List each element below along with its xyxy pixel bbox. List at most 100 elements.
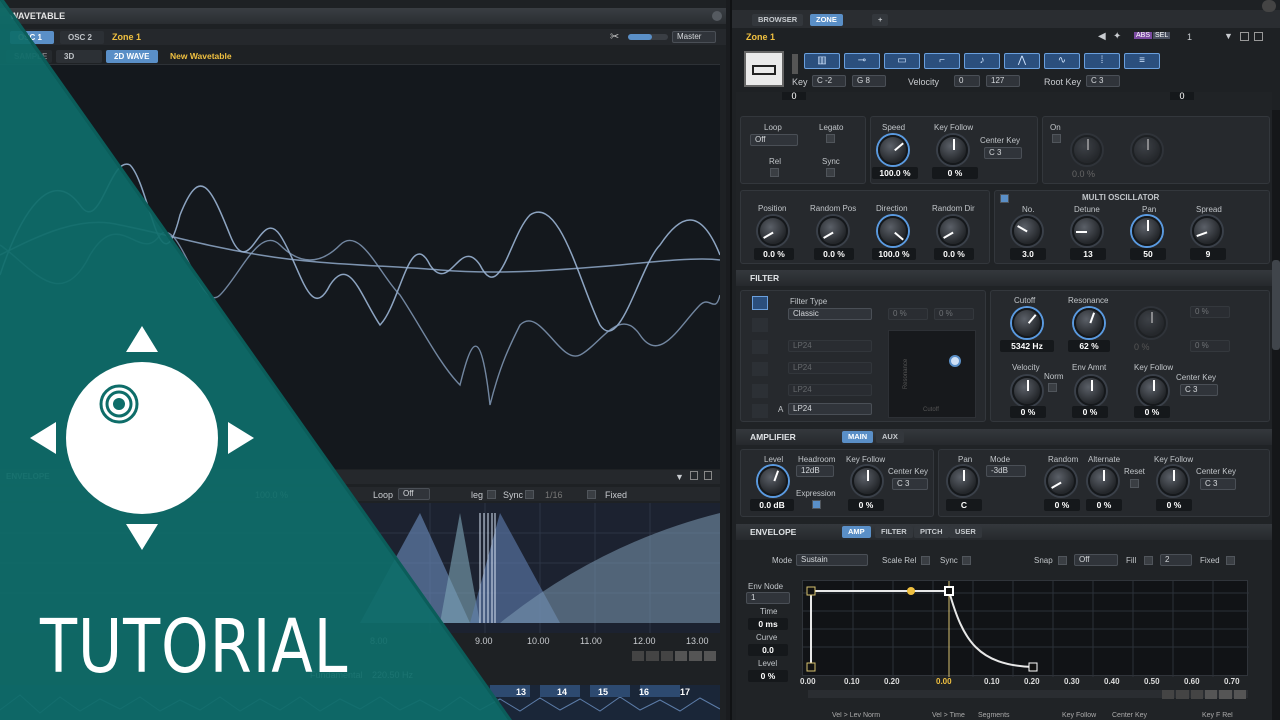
tab-zone[interactable]: ZONE xyxy=(810,14,843,26)
filter-mode-multi-icon[interactable] xyxy=(752,384,768,398)
sel-badge[interactable]: SEL xyxy=(1153,32,1171,39)
env-tab-filter[interactable]: FILTER xyxy=(875,526,913,538)
scale-rel-check[interactable] xyxy=(921,556,930,565)
zone-type-icon[interactable] xyxy=(744,51,784,87)
amp-random-knob[interactable] xyxy=(1046,466,1076,496)
random-dir-knob[interactable] xyxy=(938,216,968,246)
random-pos-knob[interactable] xyxy=(818,216,848,246)
pitch-center-key-field[interactable]: C 3 xyxy=(984,147,1022,159)
pitch-dim-knob-1[interactable] xyxy=(1072,135,1102,165)
filter-key-follow-knob[interactable] xyxy=(1138,376,1168,406)
amp-key-follow2-knob[interactable] xyxy=(1158,466,1188,496)
collapse-icon[interactable] xyxy=(712,11,722,21)
amp-alternate-knob[interactable] xyxy=(1088,466,1118,496)
amp-mode-select[interactable]: -3dB xyxy=(986,465,1026,477)
keyboard-icon[interactable]: ▥ xyxy=(804,53,840,69)
tab-browser[interactable]: BROWSER xyxy=(752,14,804,26)
amp-icon[interactable]: ♪ xyxy=(964,53,1000,69)
amplifier-header[interactable]: AMPLIFIER xyxy=(736,429,1272,445)
filter-mode-morph-icon[interactable] xyxy=(752,404,768,418)
fill-select[interactable]: 2 xyxy=(1160,554,1192,566)
page-buttons[interactable] xyxy=(632,651,716,661)
rel-check[interactable] xyxy=(770,168,779,177)
key-high-field[interactable]: G 8 xyxy=(852,75,886,87)
multi-osc-enable[interactable] xyxy=(1000,194,1009,203)
step-icon[interactable]: ⁞ xyxy=(1084,53,1120,69)
envelope-icon[interactable]: ⋀ xyxy=(1004,53,1040,69)
headroom-select[interactable]: 12dB xyxy=(796,465,834,477)
norm-check[interactable] xyxy=(1048,383,1057,392)
filter-slot-3[interactable]: LP24 xyxy=(788,384,872,396)
speed-knob[interactable] xyxy=(878,135,908,165)
zone-save-icon[interactable] xyxy=(1240,32,1249,41)
no-knob[interactable] xyxy=(1012,216,1042,246)
filter-velocity-knob[interactable] xyxy=(1012,376,1042,406)
filter-xy-pad[interactable]: Resonance Cutoff xyxy=(888,330,976,418)
pitch-on-check[interactable] xyxy=(1052,134,1061,143)
vel-high-field[interactable]: 127 xyxy=(986,75,1020,87)
vel-low-field[interactable]: 0 xyxy=(954,75,980,87)
menu-arrow-icon[interactable]: ▼ xyxy=(675,472,684,482)
osc-pan-knob[interactable] xyxy=(1132,216,1162,246)
sample-icon[interactable]: ▭ xyxy=(884,53,920,69)
env-node-select[interactable]: 1 xyxy=(746,592,790,604)
pitch-dim-knob-2[interactable] xyxy=(1132,135,1162,165)
filter-slot-1[interactable]: LP24 xyxy=(788,340,872,352)
amp-level-knob[interactable] xyxy=(758,466,788,496)
env-page-buttons[interactable] xyxy=(1162,690,1246,699)
legato-check[interactable] xyxy=(826,134,835,143)
env-tab-pitch[interactable]: PITCH xyxy=(914,526,949,538)
snap-check[interactable] xyxy=(1058,556,1067,565)
env-mode-select[interactable]: Sustain xyxy=(796,554,868,566)
amp-tab-main[interactable]: MAIN xyxy=(842,431,874,443)
target-icon[interactable]: ✦ xyxy=(1113,31,1121,42)
pitch-key-follow-knob[interactable] xyxy=(938,135,968,165)
root-key-field[interactable]: C 3 xyxy=(1086,75,1120,87)
env-sync-check[interactable] xyxy=(962,556,971,565)
position-knob[interactable] xyxy=(758,216,788,246)
copy-icon[interactable] xyxy=(690,471,698,480)
filter-active-slot[interactable]: LP24 xyxy=(788,403,872,415)
filter-mode-dual-icon[interactable] xyxy=(752,318,768,332)
amp-pan-knob[interactable] xyxy=(948,466,978,496)
filter-icon[interactable]: ⌐ xyxy=(924,53,960,69)
filter-mode-serial-icon[interactable] xyxy=(752,340,768,354)
envelope-header[interactable]: ENVELOPE xyxy=(736,524,1272,540)
volume-slider[interactable] xyxy=(628,34,668,40)
lfo-icon[interactable]: ∿ xyxy=(1044,53,1080,69)
wave-sync-value[interactable]: 1/16 xyxy=(545,490,563,500)
amp-key-follow-knob[interactable] xyxy=(852,466,882,496)
zone-menu-icon[interactable]: ▼ xyxy=(1224,31,1233,41)
amp-reset-check[interactable] xyxy=(1130,479,1139,488)
zone-delete-icon[interactable] xyxy=(1254,32,1263,41)
env-fixed-check[interactable] xyxy=(1226,556,1235,565)
resonance-knob[interactable] xyxy=(1074,308,1104,338)
filter-mode-single-icon[interactable] xyxy=(752,296,768,310)
speaker-icon[interactable]: ◀ xyxy=(1098,31,1106,42)
wave-sync-check[interactable] xyxy=(525,490,534,499)
tab-2d-wave[interactable]: 2D WAVE xyxy=(106,50,158,63)
fill-check[interactable] xyxy=(1144,556,1153,565)
wave-leg-check[interactable] xyxy=(487,490,496,499)
wave-loop-select[interactable]: Off xyxy=(398,488,430,500)
pitch-loop-select[interactable]: Off xyxy=(750,134,798,146)
spread-knob[interactable] xyxy=(1192,216,1222,246)
snap-select[interactable]: Off xyxy=(1074,554,1118,566)
filter-header[interactable]: FILTER xyxy=(736,270,1272,286)
amp-center-key-field[interactable]: C 3 xyxy=(892,478,928,490)
tab-3d-map[interactable]: 3D MAP xyxy=(56,50,102,74)
tab-osc1[interactable]: OSC 1 xyxy=(10,31,54,44)
filter-center-key-field[interactable]: C 3 xyxy=(1180,384,1218,396)
wave-fixed-check[interactable] xyxy=(587,490,596,499)
filter-type-select[interactable]: Classic xyxy=(788,308,872,320)
env-amnt-knob[interactable] xyxy=(1076,376,1106,406)
cutoff-knob[interactable] xyxy=(1012,308,1042,338)
zone-scrollbar[interactable] xyxy=(1272,110,1280,720)
filter-mode-parallel-icon[interactable] xyxy=(752,362,768,376)
trash-icon[interactable] xyxy=(704,471,712,480)
waveform-display[interactable] xyxy=(0,64,721,469)
amp-tab-aux[interactable]: AUX xyxy=(876,431,904,443)
env-tab-amp[interactable]: AMP xyxy=(842,526,871,538)
detune-knob[interactable] xyxy=(1072,216,1102,246)
wave-env-tab[interactable]: ENVELOPE xyxy=(6,472,50,481)
